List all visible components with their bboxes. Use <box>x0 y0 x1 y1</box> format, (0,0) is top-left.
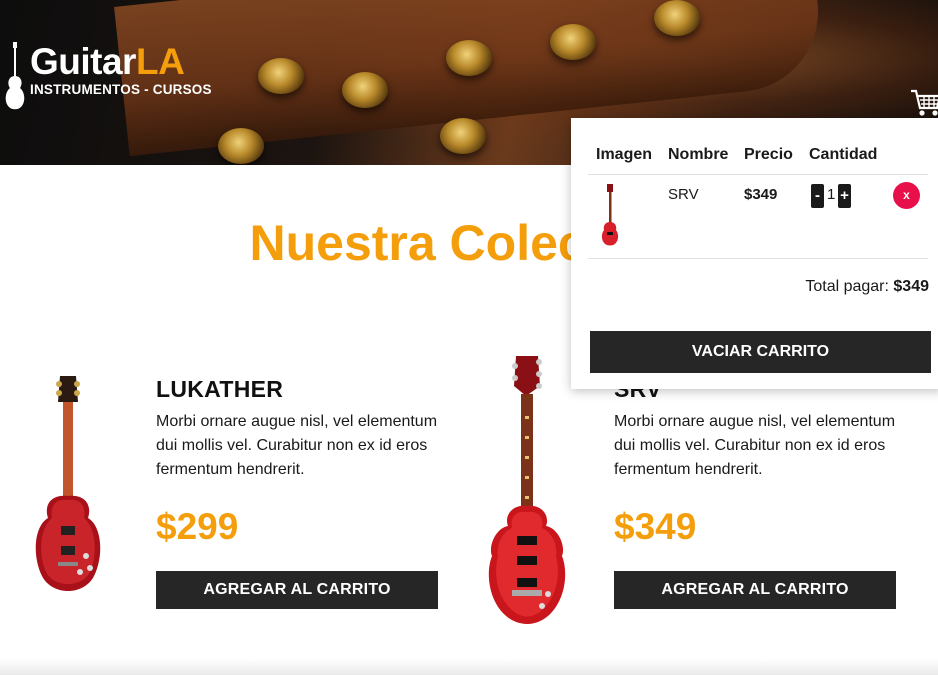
logo[interactable]: GuitarLA INSTRUMENTOS - CURSOS <box>4 42 212 110</box>
cart-item-quantity: 1 <box>827 186 836 203</box>
cart-item-image <box>601 184 619 246</box>
cart-item-name: SRV <box>668 186 699 203</box>
cart-header-price: Precio <box>744 146 793 163</box>
tuning-peg <box>218 128 264 164</box>
remove-item-button[interactable]: x <box>893 182 920 209</box>
tuning-peg <box>258 58 304 94</box>
increment-button[interactable]: + <box>838 184 851 208</box>
cart-dropdown: Imagen Nombre Precio Cantidad SRV $349 -… <box>571 118 938 389</box>
decrement-button[interactable]: - <box>811 184 824 208</box>
cart-total-label: Total pagar: <box>805 278 889 295</box>
cart-header-image: Imagen <box>596 146 653 163</box>
guitar-logo-icon <box>5 42 25 110</box>
product-name: LUKATHER <box>156 376 284 402</box>
divider <box>588 174 928 175</box>
product-description: Morbi ornare augue nisl, vel elementum d… <box>156 413 438 478</box>
cart-header-quantity: Cantidad <box>809 146 878 163</box>
add-to-cart-button[interactable]: AGREGAR AL CARRITO <box>614 571 896 609</box>
product-price: $349 <box>614 506 697 547</box>
tuning-peg <box>446 40 492 76</box>
cart-header-name: Nombre <box>668 146 729 163</box>
add-to-cart-button[interactable]: AGREGAR AL CARRITO <box>156 571 438 609</box>
cart-icon[interactable] <box>910 88 938 118</box>
logo-subtitle: INSTRUMENTOS - CURSOS <box>30 82 212 97</box>
tuning-peg <box>654 0 700 36</box>
guitar-image <box>35 376 101 591</box>
footer-divider <box>0 658 938 675</box>
cart-total-value: $349 <box>893 278 929 295</box>
empty-cart-button[interactable]: VACIAR CARRITO <box>590 331 931 373</box>
tuning-peg <box>342 72 388 108</box>
cart-total: Total pagar: $349 <box>805 278 929 296</box>
tuning-peg <box>550 24 596 60</box>
product-description: Morbi ornare augue nisl, vel elementum d… <box>614 413 896 478</box>
cart-item-price: $349 <box>744 186 778 203</box>
divider <box>588 258 928 259</box>
product-price: $299 <box>156 506 239 547</box>
tuning-peg <box>440 118 486 154</box>
logo-title: GuitarLA <box>30 41 185 82</box>
guitar-image <box>488 356 566 624</box>
